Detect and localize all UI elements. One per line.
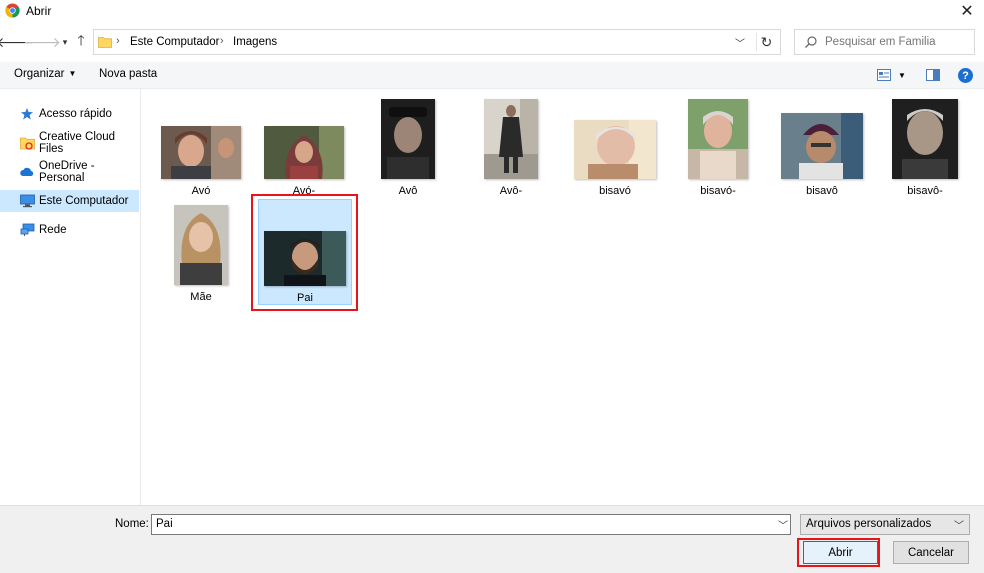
sidebar-item-este-computador[interactable]: Este Computador <box>0 190 139 212</box>
chevron-down-icon[interactable]: ﹀ <box>778 517 788 532</box>
file-item-bisavo-circumflex-dash[interactable]: bisavô- <box>881 93 969 199</box>
photo-thumbnail <box>688 99 748 179</box>
selection-highlight-box <box>251 194 358 311</box>
search-placeholder: Pesquisar em Familia <box>825 36 936 48</box>
caret-down-icon: ▼ <box>68 69 77 78</box>
file-item-label: Avô <box>398 185 418 197</box>
search-box[interactable]: Pesquisar em Familia <box>794 29 975 55</box>
preview-pane-icon[interactable] <box>926 69 940 81</box>
photo-thumbnail <box>781 113 863 179</box>
command-bar: Organizar ▼ Nova pasta ▼ ? <box>0 62 984 89</box>
photo-thumbnail <box>484 99 538 179</box>
sidebar-item-creative-cloud[interactable]: Creative Cloud Files <box>0 131 139 155</box>
photo-thumbnail <box>161 126 241 179</box>
file-list: Avó Avó- Avô Avô- bisavó bisavó- bisavô … <box>142 89 984 505</box>
open-button-highlight-box <box>797 538 880 567</box>
chevron-down-icon: ﹀ <box>954 521 964 532</box>
file-name-value: Pai <box>156 518 173 530</box>
title-bar: Abrir ✕ <box>0 0 984 22</box>
photo-thumbnail <box>892 99 958 179</box>
organize-label: Organizar <box>14 68 65 80</box>
photo-thumbnail <box>574 120 656 179</box>
file-item-avo[interactable]: Avó <box>157 93 245 199</box>
file-item-bisavo-circumflex[interactable]: bisavô <box>778 93 866 199</box>
navigation-pane: Acesso rápido Creative Cloud Files OneDr… <box>0 89 141 505</box>
file-name-input[interactable]: Pai ﹀ <box>151 514 791 535</box>
sidebar-item-label: OneDrive - Personal <box>39 160 95 184</box>
folder-icon <box>98 37 112 48</box>
file-item-mae[interactable]: Mãe <box>157 199 245 305</box>
address-bar[interactable]: › Este Computador › Imagens ﹀ ↻ <box>93 29 781 55</box>
address-dropdown-chevron-icon[interactable]: ﹀ <box>730 33 750 51</box>
sidebar-item-label: Rede <box>39 224 67 236</box>
photo-thumbnail <box>174 205 228 285</box>
new-folder-button[interactable]: Nova pasta <box>99 68 157 80</box>
breadcrumb-imagens[interactable]: Imagens <box>233 36 277 48</box>
file-item-label: bisavô- <box>907 185 943 197</box>
forward-arrow-icon[interactable]: 🡒 <box>23 33 61 51</box>
sidebar-item-label: Este Computador <box>39 195 129 207</box>
close-icon[interactable]: ✕ <box>950 0 984 22</box>
organize-menu[interactable]: Organizar ▼ <box>14 68 76 80</box>
file-item-label: bisavó- <box>700 185 736 197</box>
file-type-select[interactable]: Arquivos personalizados ﹀ <box>800 514 970 535</box>
file-item-label: bisavô <box>806 185 838 197</box>
file-type-value: Arquivos personalizados <box>806 518 932 530</box>
refresh-icon[interactable]: ↻ <box>756 33 776 51</box>
sidebar-item-label: Creative Cloud Files <box>39 131 116 155</box>
back-arrow-icon[interactable]: 🡐 <box>0 33 34 51</box>
photo-thumbnail <box>381 99 435 179</box>
file-item-label: Avó <box>191 185 211 197</box>
change-view-icon[interactable] <box>877 69 891 81</box>
file-item-label: Mãe <box>190 291 212 303</box>
computer-icon <box>20 194 35 208</box>
help-icon[interactable]: ? <box>958 68 973 83</box>
navigation-bar: 🡐 🡒 ▾ 🡑 › Este Computador › Imagens ﹀ ↻ … <box>0 24 984 62</box>
sidebar-item-rede[interactable]: Rede <box>0 219 139 241</box>
network-icon <box>20 223 35 236</box>
file-item-avo-dash[interactable]: Avó- <box>260 93 348 199</box>
breadcrumb-este-computador[interactable]: Este Computador <box>130 36 220 48</box>
search-icon <box>805 36 817 48</box>
file-item-label: bisavó <box>599 185 631 197</box>
sidebar-item-onedrive[interactable]: OneDrive - Personal <box>0 160 139 184</box>
breadcrumb-separator: › <box>116 35 120 47</box>
cancel-button[interactable]: Cancelar <box>893 541 969 564</box>
file-name-label: Nome: <box>115 518 149 530</box>
window-title: Abrir <box>26 4 52 18</box>
photo-thumbnail <box>264 126 344 179</box>
file-item-label: Avô- <box>499 185 523 197</box>
sidebar-item-acesso-rapido[interactable]: Acesso rápido <box>0 103 139 125</box>
file-item-avo-circumflex[interactable]: Avô <box>364 93 452 199</box>
star-pin-icon <box>21 108 33 120</box>
up-arrow-icon[interactable]: 🡑 <box>72 32 90 51</box>
sidebar-item-label: Acesso rápido <box>39 108 112 120</box>
cloud-icon <box>20 167 34 176</box>
creative-cloud-folder-icon <box>20 137 35 150</box>
chrome-icon <box>5 3 20 18</box>
file-item-avo-circumflex-dash[interactable]: Avô- <box>467 93 555 199</box>
breadcrumb-separator: › <box>220 35 224 47</box>
file-item-bisavo[interactable]: bisavó <box>571 93 659 199</box>
view-options-caret-icon[interactable]: ▼ <box>898 71 906 80</box>
footer-panel: Nome: Pai ﹀ Arquivos personalizados ﹀ Ab… <box>0 505 984 573</box>
file-item-bisavo-dash[interactable]: bisavó- <box>674 93 762 199</box>
